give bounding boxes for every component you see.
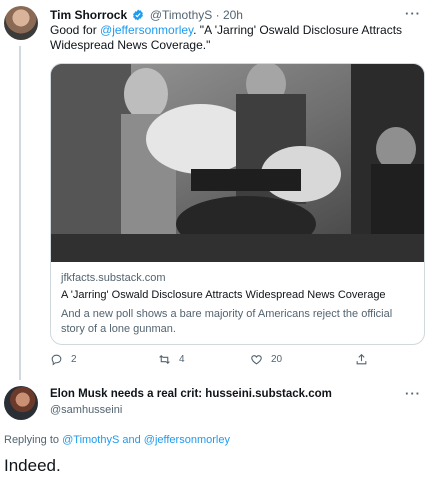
card-photo-illustration	[51, 64, 424, 262]
share-button[interactable]	[355, 353, 368, 366]
author-handle[interactable]: @TimothyS	[150, 8, 212, 22]
mention-link[interactable]: @jeffersonmorley	[100, 23, 193, 37]
author-handle[interactable]: @samhusseini	[50, 404, 122, 416]
avatar[interactable]	[4, 386, 38, 420]
reply-and: and	[119, 434, 144, 446]
retweet-icon	[159, 354, 170, 365]
replying-prefix: Replying to	[4, 434, 63, 446]
separator-dot: ·	[215, 8, 220, 22]
reply-count: 2	[71, 354, 77, 365]
card-description: And a new poll shows a bare majority of …	[61, 308, 393, 335]
tweet-text-prefix: Good for	[50, 23, 101, 37]
like-count: 20	[271, 354, 283, 365]
like-button[interactable]: 20	[250, 353, 282, 366]
replying-to: Replying to @TimothyS and @jeffersonmorl…	[4, 434, 230, 446]
card-image	[51, 64, 424, 262]
avatar[interactable]	[4, 6, 38, 40]
reply-mention-2[interactable]: @jeffersonmorley	[144, 434, 230, 446]
heart-icon	[251, 355, 262, 365]
retweet-count: 4	[179, 354, 185, 365]
tweet-text: Indeed.	[4, 456, 61, 475]
more-options-icon[interactable]: ···	[405, 386, 421, 401]
card-title: A 'Jarring' Oswald Disclosure Attracts W…	[61, 289, 386, 301]
retweet-button[interactable]: 4	[158, 353, 185, 366]
reply-mention-1[interactable]: @TimothyS	[62, 434, 119, 446]
card-domain: jfkfacts.substack.com	[61, 272, 166, 284]
tweet-original[interactable]: Tim Shorrock @TimothyS · 20h ··· Good fo…	[0, 0, 433, 380]
tweet-actions: 2 4 20	[50, 353, 380, 369]
tweet-reply[interactable]: Elon Musk needs a real crit: husseini.su…	[0, 380, 433, 490]
reply-button[interactable]: 2	[50, 353, 77, 366]
author-name[interactable]: Tim Shorrock	[50, 8, 127, 22]
thread-connector-line	[19, 46, 21, 380]
tweet-text: Good for @jeffersonmorley. "A 'Jarring' …	[50, 23, 420, 53]
verified-badge-icon	[133, 9, 144, 21]
share-icon	[356, 353, 367, 365]
author-name[interactable]: Elon Musk needs a real crit: husseini.su…	[50, 388, 332, 400]
timestamp[interactable]: 20h	[223, 8, 243, 22]
reply-icon	[51, 354, 62, 366]
more-options-icon[interactable]: ···	[405, 6, 421, 21]
tweet-header: Tim Shorrock @TimothyS · 20h	[50, 8, 243, 22]
link-preview-card[interactable]: jfkfacts.substack.com A 'Jarring' Oswald…	[50, 63, 425, 345]
